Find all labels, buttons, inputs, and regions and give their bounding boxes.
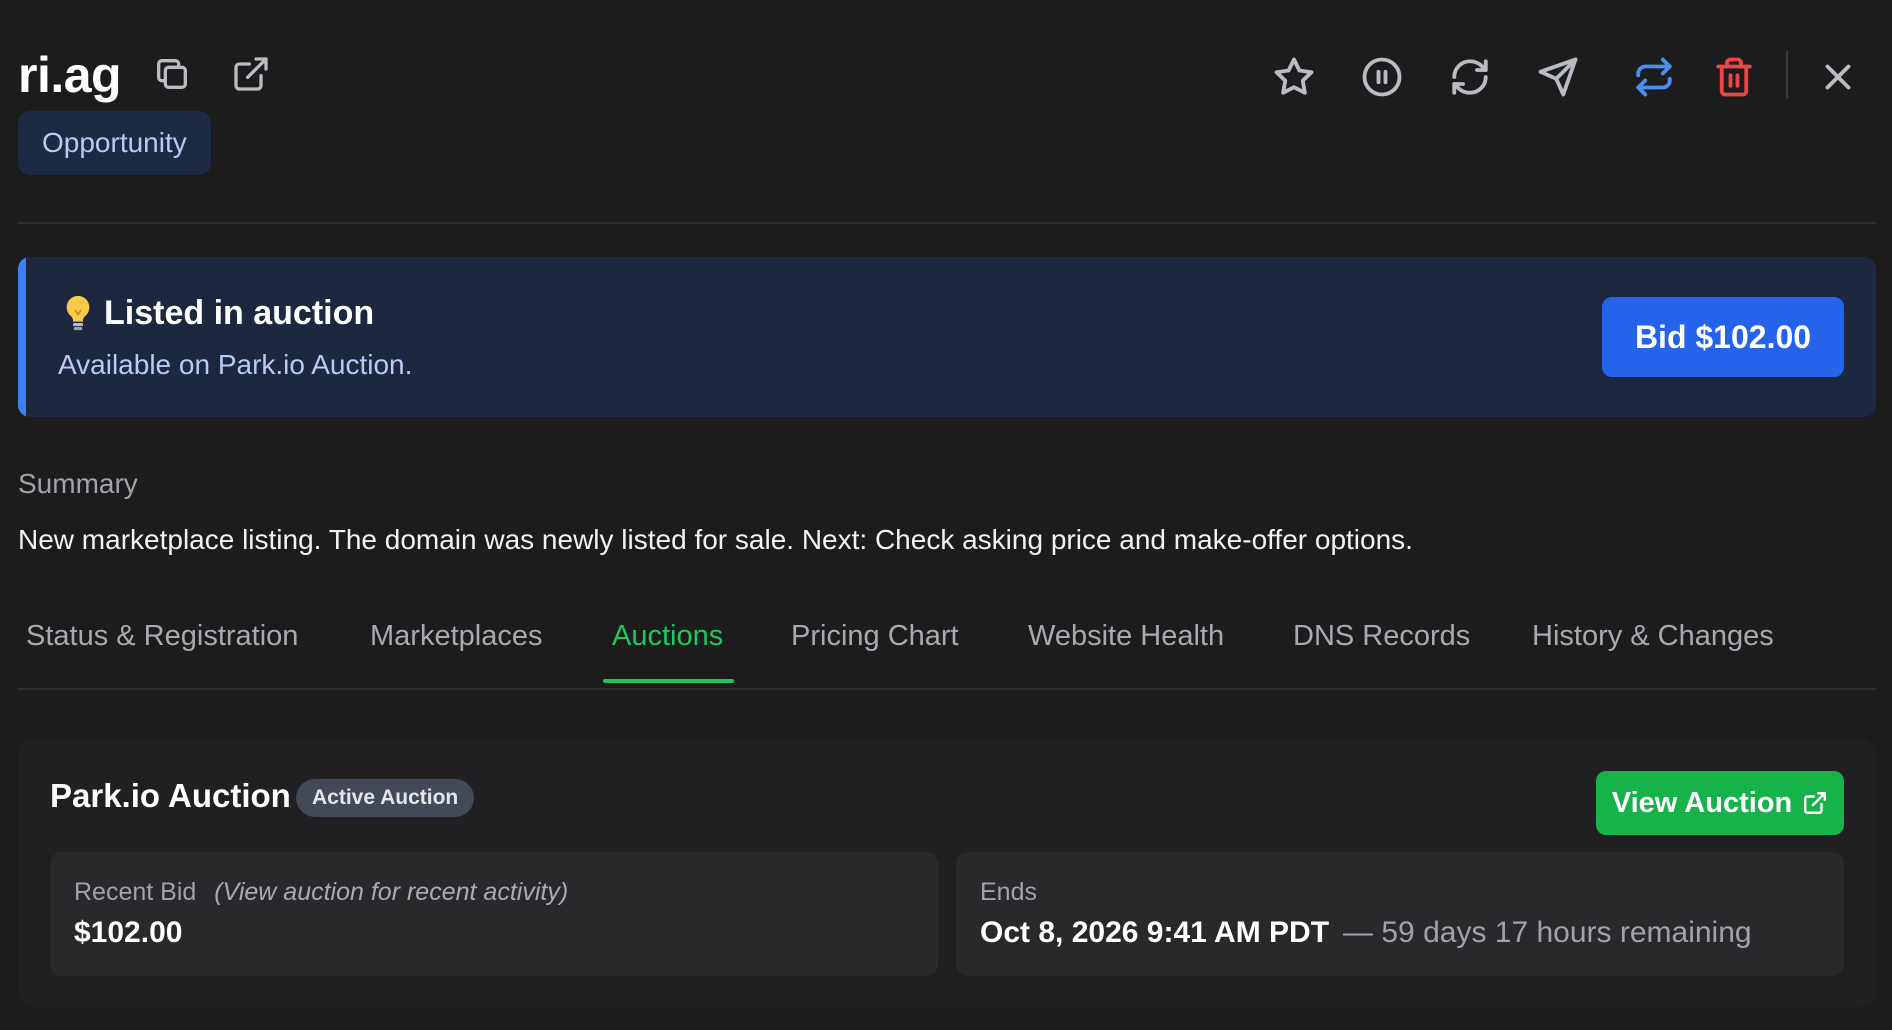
header-divider xyxy=(1786,51,1788,99)
time-remaining: — 59 days 17 hours remaining xyxy=(1343,916,1752,949)
tab-history-changes[interactable]: History & Changes xyxy=(1532,620,1774,653)
domain-detail-panel: ri.ag Opportunity Listed in auction Avai… xyxy=(18,0,1876,1030)
recent-bid-label: Recent Bid xyxy=(74,878,197,906)
view-auction-label: View Auction xyxy=(1611,786,1793,819)
alert-accent-bar xyxy=(18,257,26,417)
close-icon[interactable] xyxy=(1814,53,1862,101)
refresh-icon[interactable] xyxy=(1446,53,1494,101)
alert-title: Listed in auction xyxy=(104,293,375,332)
active-tab-indicator xyxy=(603,679,734,683)
tab-status-registration[interactable]: Status & Registration xyxy=(26,620,298,653)
tab-bar: Status & Registration Marketplaces Aucti… xyxy=(18,612,1876,692)
domain-title: ri.ag xyxy=(18,47,122,103)
recent-bid-value: $102.00 xyxy=(74,916,183,949)
star-icon[interactable] xyxy=(1270,53,1318,101)
tab-pricing-chart[interactable]: Pricing Chart xyxy=(791,620,959,653)
auction-alert: Listed in auction Available on Park.io A… xyxy=(18,257,1876,417)
ends-box: Ends Oct 8, 2026 9:41 AM PDT — 59 days 17… xyxy=(956,852,1844,976)
pause-icon[interactable] xyxy=(1358,53,1406,101)
summary-label: Summary xyxy=(18,468,138,499)
opportunity-badge: Opportunity xyxy=(18,111,211,175)
send-icon[interactable] xyxy=(1534,53,1582,101)
alert-subtitle: Available on Park.io Auction. xyxy=(58,349,413,380)
copy-icon[interactable] xyxy=(150,52,194,96)
tab-website-health[interactable]: Website Health xyxy=(1028,620,1224,653)
view-auction-button[interactable]: View Auction xyxy=(1596,771,1844,835)
recent-bid-label-row: Recent Bid (View auction for recent activ… xyxy=(74,878,568,907)
summary-text: New marketplace listing. The domain was … xyxy=(18,524,1413,555)
external-link-icon xyxy=(1804,792,1827,814)
tab-marketplaces[interactable]: Marketplaces xyxy=(370,620,542,653)
auction-card: Park.io Auction Active Auction View Auct… xyxy=(18,739,1876,1007)
bid-button[interactable]: Bid $102.00 xyxy=(1602,297,1844,377)
header: ri.ag xyxy=(18,44,1876,114)
trash-icon[interactable] xyxy=(1710,53,1758,101)
external-link-icon[interactable] xyxy=(229,52,273,96)
lightbulb-icon xyxy=(66,295,90,331)
recent-bid-note: (View auction for recent activity) xyxy=(214,878,569,906)
divider xyxy=(18,222,1876,224)
alert-heading: Listed in auction xyxy=(60,293,374,333)
recent-bid-box: Recent Bid (View auction for recent activ… xyxy=(50,852,938,976)
ends-label: Ends xyxy=(980,878,1037,906)
tabs-divider xyxy=(18,688,1876,690)
tab-auctions[interactable]: Auctions xyxy=(612,620,723,653)
ends-value-row: Oct 8, 2026 9:41 AM PDT — 59 days 17 hour… xyxy=(980,916,1752,950)
auction-title: Park.io Auction xyxy=(50,777,291,814)
transfer-icon[interactable] xyxy=(1630,53,1678,101)
tab-dns-records[interactable]: DNS Records xyxy=(1293,620,1470,653)
status-badge: Active Auction xyxy=(296,779,475,817)
ends-value: Oct 8, 2026 9:41 AM PDT xyxy=(980,916,1330,949)
